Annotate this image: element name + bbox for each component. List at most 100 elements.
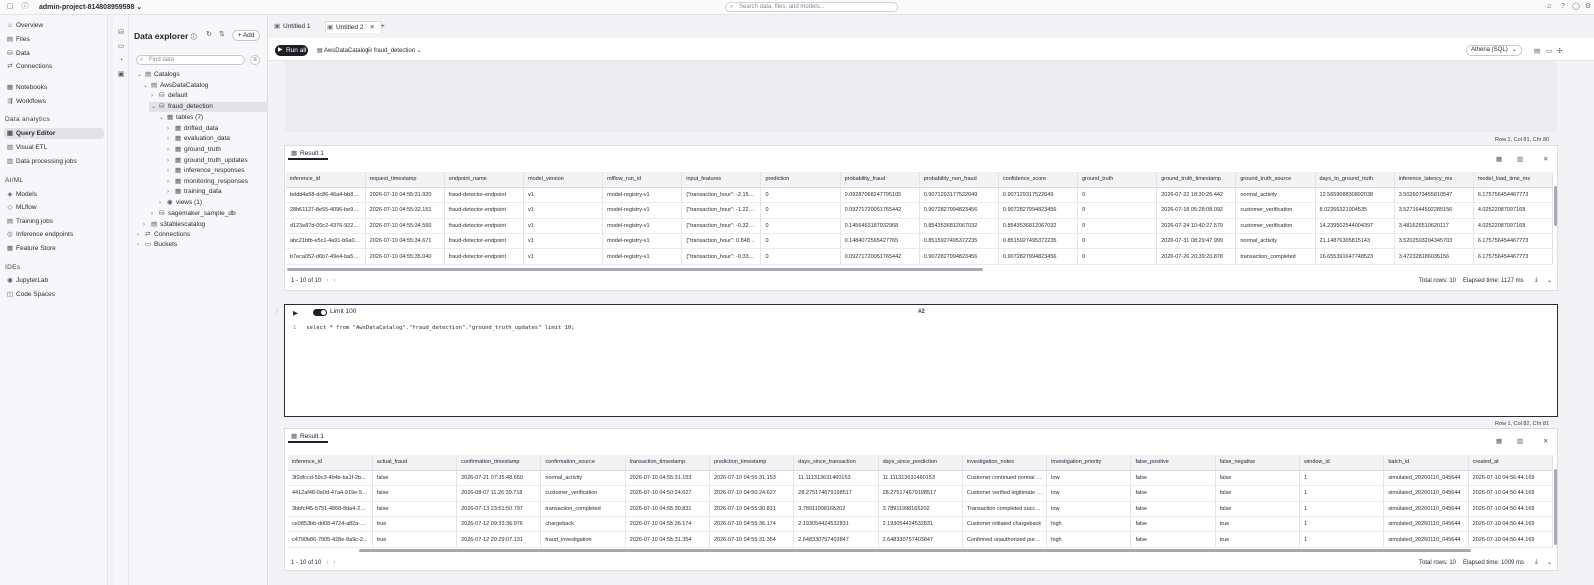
column-header[interactable]: model_version: [523, 172, 604, 188]
table-cell[interactable]: 3.472328186035156: [1394, 248, 1474, 265]
table-cell[interactable]: 2026-07-10 04:50:24.627: [625, 485, 710, 502]
table-row[interactable]: c4790b86-7905-428e-8a9c-2... true 2026-07-…: [288, 531, 1554, 548]
info-icon[interactable]: ⓘ: [21, 3, 29, 11]
table-cell[interactable]: fraud-detector-endpoint: [444, 248, 524, 265]
layout-icon[interactable]: ▭: [1546, 47, 1552, 55]
table-cell[interactable]: simulated_20260110_045644: [1383, 531, 1469, 548]
table-cell[interactable]: v1: [523, 218, 604, 235]
query-cell-1-editor[interactable]: [285, 61, 1557, 132]
tree-item-table[interactable]: › ▦ evaluation_data: [167, 134, 230, 144]
find-data-input[interactable]: ⌕ Find data: [136, 55, 245, 65]
column-header[interactable]: model_load_time_ms: [1473, 172, 1554, 188]
column-header[interactable]: confirmation_source: [540, 455, 626, 471]
sort-icon[interactable]: ⇅: [219, 30, 225, 38]
nav-mlflow[interactable]: ◇ MLflow: [4, 202, 104, 213]
table-cell[interactable]: transaction_completed: [1235, 248, 1316, 265]
table-cell[interactable]: false: [1215, 501, 1301, 518]
sql-code[interactable]: select * from "AwsDataCatalog"."fraud_de…: [306, 325, 574, 331]
chart-view-icon[interactable]: ▥: [1517, 155, 1523, 163]
table-row[interactable]: b7eca052-d6b7-49e4-ba52-2... 2026-07-10 0…: [286, 248, 1554, 265]
table-cell[interactable]: 3.5271644592285156: [1394, 202, 1474, 219]
info-icon[interactable]: ⓘ: [191, 35, 197, 41]
table-cell[interactable]: 3.78911998165202: [878, 501, 963, 518]
table-cell[interactable]: 2026-07-10 04:55:31.354: [625, 531, 710, 548]
table-row[interactable]: 3bbfcf45-5751-4868-8da4-24... false 2026-0…: [288, 501, 1554, 518]
table-cell[interactable]: 0: [1077, 233, 1158, 250]
column-header[interactable]: confidence_score: [998, 172, 1079, 188]
table-cell[interactable]: normal_activity: [540, 470, 626, 487]
table-cell[interactable]: 2026-07-10 04:55:30.831: [709, 501, 795, 518]
table-cell[interactable]: 2026-07-10 04:55:30.831: [625, 501, 710, 518]
tree-item-tables[interactable]: ⌄ ▦ tables (7): [159, 113, 203, 123]
table-cell[interactable]: v1: [523, 233, 604, 250]
nav-training-jobs[interactable]: ▤ Training jobs: [4, 216, 104, 227]
global-search-input[interactable]: ⌕ Search data, files, and models...: [725, 2, 898, 12]
table-row[interactable]: bddd4a58-dc86-46a4-bb82-f... 2026-07-10 0…: [286, 187, 1554, 204]
save-icon[interactable]: ▤: [1534, 47, 1540, 55]
prev-page-icon[interactable]: ‹: [326, 560, 328, 566]
table-cell[interactable]: customer_verification: [1235, 218, 1316, 235]
column-header[interactable]: inference_id: [288, 455, 373, 471]
table-cell[interactable]: 3.5202503204345703: [1394, 233, 1474, 250]
table-cell[interactable]: false: [1130, 501, 1216, 518]
table-cell[interactable]: 6.175756454467773: [1473, 187, 1554, 204]
nav-feature-store[interactable]: ▦ Feature Store: [4, 243, 104, 254]
column-header[interactable]: ground_truth_timestamp: [1156, 172, 1237, 188]
column-header[interactable]: days_to_ground_truth: [1315, 172, 1395, 188]
table-cell[interactable]: b7eca052-d6b7-49e4-ba52-2...: [286, 248, 366, 265]
table-cell[interactable]: d123e87d-00c2-4376-922e-8...: [286, 218, 366, 235]
filter-button[interactable]: ≡: [250, 55, 260, 65]
table-cell[interactable]: model-registry-v1: [602, 248, 683, 265]
table-cell[interactable]: 0.09271720051765442: [840, 202, 920, 219]
table-cell[interactable]: fraud-detector-endpoint: [444, 218, 524, 235]
table-cell[interactable]: c4790b86-7905-428e-8a9c-2...: [288, 531, 373, 548]
table-cell[interactable]: chargeback: [540, 516, 626, 533]
nav-files[interactable]: ▤ Files: [4, 34, 104, 45]
nav-visual-etl[interactable]: ▧ Visual ETL: [4, 142, 104, 153]
table-cell[interactable]: fraud-detector-endpoint: [444, 187, 524, 204]
table-cell[interactable]: 2.193054424532831: [793, 516, 879, 533]
run-all-button[interactable]: ▶ Run all: [275, 45, 308, 56]
folder-icon[interactable]: ▭: [117, 43, 125, 51]
table-cell[interactable]: 12.565908830892038: [1315, 187, 1395, 204]
prev-page-icon[interactable]: ‹: [326, 278, 328, 284]
table-cell[interactable]: 2026-07-22 18:30:26.442: [1156, 187, 1237, 204]
table-cell[interactable]: false: [372, 501, 458, 518]
table-cell[interactable]: 2026-07-10 04:56:44.169: [1468, 485, 1554, 502]
table-cell[interactable]: 28b61127-8e55-4096-be99-f...: [286, 202, 366, 219]
table-cell[interactable]: 2026-07-10 04:55:36.174: [709, 516, 795, 533]
table-cell[interactable]: 2026-07-24 10:40:27.579: [1156, 218, 1237, 235]
table-cell[interactable]: 2.648330757403847: [878, 531, 963, 548]
horizontal-scrollbar[interactable]: [287, 268, 983, 271]
column-header[interactable]: investigation_priority: [1046, 455, 1132, 471]
table-cell[interactable]: model-registry-v1: [602, 187, 683, 204]
table-cell[interactable]: simulated_20260110_045644: [1383, 470, 1469, 487]
table-cell[interactable]: 0: [760, 218, 841, 235]
tab-untitled-2[interactable]: ▣ Untitled 2 ✕: [325, 21, 382, 33]
table-cell[interactable]: model-registry-v1: [602, 202, 683, 219]
table-row[interactable]: abc21bfb-e5c1-4a91-b6a0-0... 2026-07-10 0…: [286, 233, 1554, 250]
close-icon[interactable]: ✕: [1543, 155, 1548, 163]
next-page-icon[interactable]: ›: [333, 278, 335, 284]
table-cell[interactable]: 2.193054424532831: [878, 516, 963, 533]
table-cell[interactable]: 2026-07-10 04:55:31.153: [625, 470, 710, 487]
scheduled-icon[interactable]: ▣: [117, 71, 125, 79]
table-row[interactable]: d123e87d-00c2-4376-922e-8... 2026-07-10 0…: [286, 218, 1554, 235]
tree-item-table[interactable]: › ▦ monitoring_responses: [167, 177, 248, 187]
next-page-icon[interactable]: ›: [333, 560, 335, 566]
table-cell[interactable]: 3f2dfccd-59c3-4b4b-ba1f-2b...: [288, 470, 373, 487]
nav-query-editor[interactable]: ▣ Query Editor: [4, 128, 104, 139]
table-cell[interactable]: 0.9072827994823456: [919, 202, 999, 219]
tree-item-table[interactable]: › ▦ inference_responses: [167, 166, 244, 176]
close-icon[interactable]: ✕: [1543, 437, 1548, 445]
table-cell[interactable]: 6.175756454467773: [1473, 233, 1554, 250]
table-cell[interactable]: 1: [1299, 470, 1385, 487]
table-row[interactable]: ce0853bb-dd08-4724-a82a-d... true 2026-07-…: [288, 516, 1554, 533]
table-cell[interactable]: 0.8515927495372235: [919, 233, 999, 250]
vertical-scrollbar[interactable]: [1554, 469, 1557, 545]
column-header[interactable]: false_positive: [1130, 455, 1216, 471]
run-cell-icon[interactable]: ▶: [293, 309, 298, 317]
table-cell[interactable]: 0.09271720051765442: [840, 248, 920, 265]
column-header[interactable]: investigation_notes: [962, 455, 1048, 471]
table-cell[interactable]: 3.5026073455810547: [1394, 187, 1474, 204]
